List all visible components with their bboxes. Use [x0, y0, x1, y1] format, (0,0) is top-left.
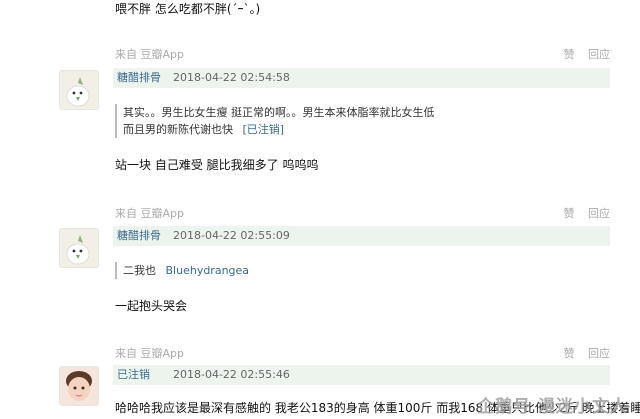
comment-body: 一起抱头哭会 — [115, 299, 188, 313]
quoted-reply: 其实。。男生比女生瘦 挺正常的啊。。男生本来体脂率就比女生低 而且男的新陈代谢也… — [115, 104, 435, 138]
quote-author-link[interactable]: Bluehydrangea — [166, 264, 250, 277]
comment-body: 站一块 自己难受 腿比我细多了 呜呜呜 — [115, 158, 319, 172]
quote-text: 其实。。男生比女生瘦 挺正常的啊。。男生本来体脂率就比女生低 — [123, 106, 435, 119]
avatar[interactable] — [59, 70, 99, 110]
quote-author-link[interactable]: [已注销] — [243, 123, 285, 136]
quote-text: 而且男的新陈代谢也快 — [123, 123, 233, 136]
username-link[interactable]: 糖醋排骨 — [117, 68, 161, 88]
quoted-reply: 二我也 Bluehydrangea — [115, 262, 249, 279]
like-button[interactable]: 赞 — [564, 207, 575, 220]
reply-button[interactable]: 回应 — [588, 48, 610, 61]
source-label: 来自 豆瓣App — [115, 207, 184, 220]
source-label: 来自 豆瓣App — [115, 48, 184, 61]
avatar[interactable] — [59, 366, 99, 406]
reply-button[interactable]: 回应 — [588, 207, 610, 220]
timestamp: 2018-04-22 02:54:58 — [173, 71, 290, 84]
comment-header: 糖醋排骨 2018-04-22 02:54:58 — [113, 68, 610, 88]
avatar[interactable] — [59, 228, 99, 268]
reply-button[interactable]: 回应 — [588, 347, 610, 360]
timestamp: 2018-04-22 02:55:09 — [173, 229, 290, 242]
comment-header: 已注销 2018-04-22 02:55:46 — [113, 365, 610, 385]
cat-avatar-icon — [60, 229, 98, 267]
watermark: 企鹅号 漫迷小文人 — [477, 397, 628, 417]
like-button[interactable]: 赞 — [564, 48, 575, 61]
comment-body: 喂不胖 怎么吃都不胖(´ｰ`。) — [115, 2, 261, 16]
cat-avatar-icon — [60, 71, 98, 109]
comment-meta: 来自 豆瓣App 赞 回应 — [115, 345, 610, 361]
timestamp: 2018-04-22 02:55:46 — [173, 368, 290, 381]
comment-meta: 来自 豆瓣App 赞 回应 — [115, 205, 610, 221]
comment-meta: 来自 豆瓣App 赞 回应 — [115, 46, 610, 62]
child-avatar-icon — [60, 367, 98, 405]
source-label: 来自 豆瓣App — [115, 347, 184, 360]
like-button[interactable]: 赞 — [564, 347, 575, 360]
comment-header: 糖醋排骨 2018-04-22 02:55:09 — [113, 226, 610, 246]
username-link[interactable]: 糖醋排骨 — [117, 226, 161, 246]
username-link[interactable]: 已注销 — [117, 365, 150, 385]
quote-text: 二我也 — [123, 264, 156, 277]
